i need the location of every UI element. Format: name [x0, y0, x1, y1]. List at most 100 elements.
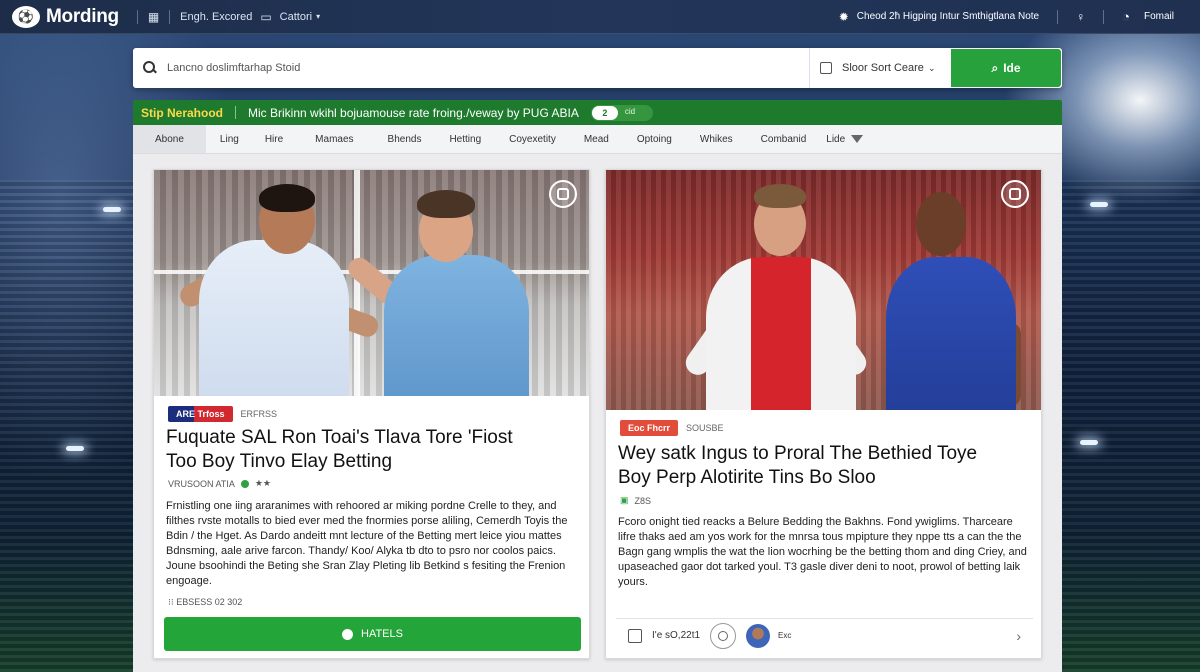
- divider: [169, 9, 171, 24]
- chevron-down-icon: ⌄: [927, 62, 936, 73]
- player-figure: [343, 180, 534, 396]
- nav-item-language[interactable]: Engh. Excored: [180, 11, 252, 23]
- settings-icon[interactable]: ✹: [839, 10, 849, 24]
- avatar[interactable]: [746, 623, 771, 648]
- article-meta: ▣ Z8S: [620, 495, 651, 506]
- headline-line: Boy Perp Alotirite Tins Bo Sloo: [618, 467, 876, 488]
- divider: [1103, 9, 1105, 24]
- category-tag[interactable]: Eoc Fhcrr: [620, 420, 679, 436]
- tab-abone[interactable]: Abone: [133, 125, 206, 153]
- footer-small-text: Exc: [778, 631, 792, 640]
- tab-bhends[interactable]: Bhends: [374, 125, 436, 153]
- stadium-light: [66, 446, 84, 451]
- club-badge-icon[interactable]: [549, 180, 577, 208]
- article-body: Frnistling one iing araranimes with reho…: [166, 500, 568, 587]
- cta-label: HATELS: [361, 628, 403, 640]
- logo[interactable]: ⚽ Mording: [12, 5, 119, 28]
- ticker-text[interactable]: Mic Brikinn wkihl bojuamouse rate froing…: [248, 106, 579, 120]
- read-more-button[interactable]: HATELS: [164, 617, 581, 651]
- search-input[interactable]: [167, 62, 807, 74]
- article-headline[interactable]: Fuquate SAL Ron Toai's Tlava Tore 'Fiost…: [166, 426, 581, 474]
- byline-text: EBSESS 02 302: [176, 597, 243, 607]
- share-icon: ⁝⁝: [168, 597, 174, 607]
- tag-meta: ERFRSS: [240, 409, 278, 419]
- divider: [235, 106, 237, 119]
- article-photo[interactable]: [606, 170, 1041, 410]
- tab-lide[interactable]: Lide: [820, 125, 869, 153]
- tab-hetting[interactable]: Hetting: [435, 125, 495, 153]
- news-ticker: Stip Nerahood Mic Brikinn wkihl bojuamou…: [133, 100, 1062, 125]
- footer-stat: I'e sO,22t1: [652, 630, 701, 641]
- article-card[interactable]: Eoc Fhcrr SOUSBE Wey satk Ingus to Prora…: [605, 169, 1042, 659]
- stadium-light: [1080, 440, 1098, 445]
- stadium-light: [1090, 202, 1108, 207]
- search-button-label: Ide: [1003, 61, 1021, 75]
- video-icon: ▣: [620, 495, 629, 505]
- ball-icon: [342, 628, 353, 640]
- article-card[interactable]: ARE Trfoss ERFRSS Fuquate SAL Ron Toai's…: [153, 169, 590, 659]
- tab-mead[interactable]: Mead: [570, 125, 623, 153]
- coin-icon[interactable]: [710, 622, 737, 649]
- stands-left: [0, 180, 140, 672]
- live-dot-icon: [240, 479, 249, 488]
- headline-line: Fuquate SAL Ron Toai's Tlava Tore 'Fiost: [166, 427, 513, 448]
- tab-hire[interactable]: Hire: [253, 125, 295, 153]
- category-tag[interactable]: ARE Trfoss: [168, 406, 233, 422]
- search-icon: [143, 61, 157, 75]
- chevron-down-icon: [851, 135, 864, 143]
- top-bar: ⚽ Mording ▦ Engh. Excored ▭ Cattori ▾ ✹ …: [0, 0, 1200, 34]
- ticker-label[interactable]: Stip Nerahood: [141, 106, 223, 120]
- articles-area: ARE Trfoss ERFRSS Fuquate SAL Ron Toai's…: [133, 154, 1062, 672]
- player-figure: [676, 182, 876, 410]
- tab-optoing[interactable]: Optoing: [623, 125, 686, 153]
- tag-row: ARE Trfoss ERFRSS: [168, 406, 277, 422]
- article-photo[interactable]: [154, 170, 589, 396]
- sort-dropdown[interactable]: Sloor Sort Ceare ⌄: [809, 48, 951, 88]
- stands-right: [1060, 180, 1200, 672]
- meta-text: VRUSOON ATIA: [168, 478, 235, 489]
- toggle-knob: 2: [591, 105, 618, 120]
- tag-meta: SOUSBE: [686, 423, 724, 433]
- meta-text: Z8S: [634, 495, 652, 506]
- notification-text[interactable]: Cheod 2ħ Higping Intur Smthigtlana Note: [857, 11, 1039, 22]
- category-tabs: Abone Ling Hire Mamaes Bhends Hetting Co…: [133, 125, 1062, 154]
- article-meta: VRUSOON ATIA ★★: [168, 478, 271, 489]
- stadium-light: [103, 207, 121, 212]
- rating-icon: ★★: [254, 478, 271, 488]
- club-badge-icon[interactable]: [1001, 180, 1029, 208]
- tab-combanid[interactable]: Combanid: [747, 125, 821, 153]
- article-body: Fcoro onight tied reacks a Belure Beddin…: [618, 516, 1027, 588]
- top-bar-right: ✹ Cheod 2ħ Higping Intur Smthigtlana Not…: [839, 9, 1174, 24]
- headline-line: Too Boy Tinvo Elay Betting: [166, 451, 393, 472]
- ticker-toggle[interactable]: 2 cid: [590, 104, 653, 121]
- clock-icon[interactable]: ◔: [1122, 9, 1130, 24]
- tab-whikes[interactable]: Whikes: [686, 125, 747, 153]
- chevron-right-icon[interactable]: ›: [1016, 628, 1021, 644]
- location-icon[interactable]: ♀: [1076, 10, 1085, 24]
- search-bar: Sloor Sort Ceare ⌄ ⌕ Ide: [133, 48, 1062, 88]
- main-panel: Sloor Sort Ceare ⌄ ⌕ Ide Stip Nerahood M…: [133, 48, 1062, 672]
- card-icon[interactable]: ▭: [260, 10, 271, 24]
- document-icon[interactable]: [628, 628, 642, 643]
- player-figure: [176, 180, 382, 396]
- logo-text: Mording: [46, 5, 119, 27]
- format-menu[interactable]: Fomail: [1144, 11, 1174, 22]
- tag-row: Eoc Fhcrr SOUSBE: [620, 420, 724, 436]
- tab-ling[interactable]: Ling: [206, 125, 253, 153]
- divider: [136, 9, 138, 24]
- card-footer: I'e sO,22t1 Exc ›: [616, 618, 1033, 652]
- article-byline: ⁝⁝ EBSESS 02 302: [168, 597, 242, 608]
- search-icon: ⌕: [991, 60, 999, 75]
- tab-coyexetity[interactable]: Coyexetity: [495, 125, 570, 153]
- tab-mamaes[interactable]: Mamaes: [295, 125, 373, 153]
- divider: [1057, 9, 1059, 24]
- search-button[interactable]: ⌕ Ide: [951, 49, 1061, 87]
- chevron-down-icon[interactable]: ▾: [316, 12, 320, 21]
- logo-icon: ⚽: [12, 5, 40, 28]
- article-headline[interactable]: Wey satk Ingus to Proral The Bethied Toy…: [618, 442, 1033, 490]
- toggle-label: cid: [624, 106, 636, 116]
- grid-icon[interactable]: ▦: [148, 10, 159, 24]
- nav-item-category[interactable]: Cattori: [280, 11, 312, 23]
- calendar-icon: [820, 62, 832, 74]
- tab-lide-label: Lide: [826, 133, 846, 145]
